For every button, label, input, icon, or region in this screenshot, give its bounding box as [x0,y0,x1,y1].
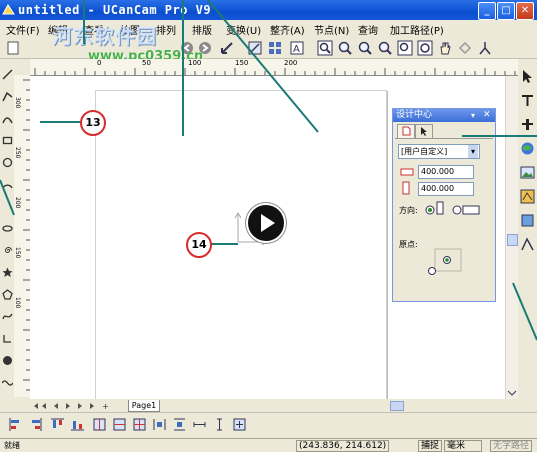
callout-13: 13 [80,110,106,136]
align-bottom-icon[interactable] [70,417,85,432]
annotation-lines [0,0,537,409]
align-top-icon[interactable] [50,417,65,432]
same-width-icon[interactable] [192,417,207,432]
unit-select[interactable]: 毫米 [444,440,482,452]
snap-toggle[interactable]: 捕捉 [418,440,443,452]
status-ready: 就绪 [4,441,20,450]
status-bar: 就绪 (243.836, 214.612) 捕捉 毫米 无字路径 [0,438,537,452]
horizontal-scrollbar[interactable]: + [0,399,537,412]
align-center-v-icon[interactable] [112,417,127,432]
align-right-icon[interactable] [28,417,43,432]
align-center-icon[interactable] [132,417,147,432]
mode-label: 无字路径 [490,440,533,452]
align-center-h-icon[interactable] [92,417,107,432]
page-navigation[interactable]: + [30,401,120,411]
svg-text:+: + [102,402,109,411]
distribute-v-icon[interactable] [172,417,187,432]
distribute-h-icon[interactable] [152,417,167,432]
align-left-icon[interactable] [8,417,23,432]
callout-14: 14 [186,232,212,258]
cursor-coordinates: (243.836, 214.612) [296,440,390,452]
page-tab[interactable]: Page1 [128,400,160,412]
hscroll-thumb[interactable] [390,401,404,411]
same-height-icon[interactable] [212,417,227,432]
same-size-icon[interactable] [232,417,247,432]
